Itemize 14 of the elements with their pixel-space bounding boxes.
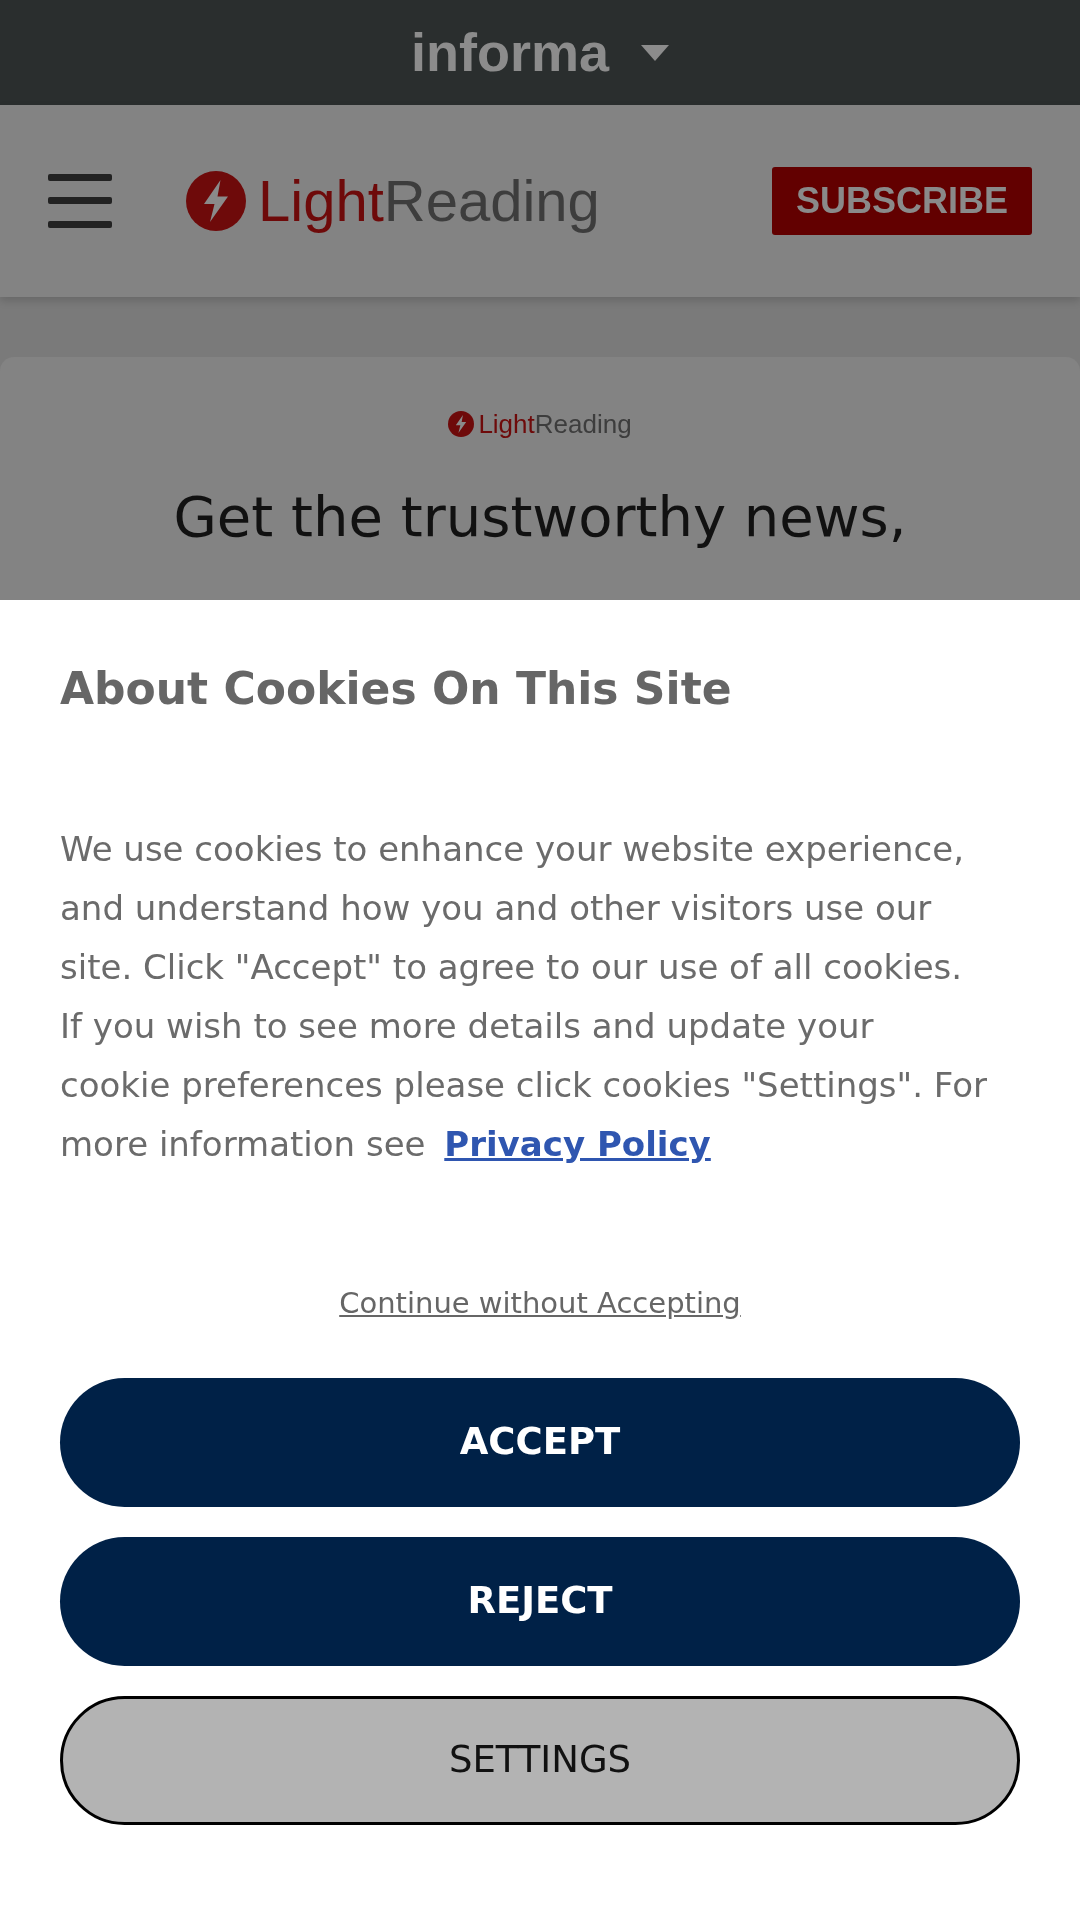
caret-icon[interactable] xyxy=(641,44,669,61)
primary-button[interactable]: REJECT xyxy=(60,1536,1020,1666)
continue-link[interactable]: Continue without Accepting xyxy=(339,1282,741,1326)
primary-button[interactable]: ACCEPT xyxy=(60,1377,1020,1507)
dialog-title: About Cookies On This Site xyxy=(60,662,733,716)
menu-icon[interactable] xyxy=(48,174,112,228)
dialog-text: We use cookies to enhance your website experience, and understand how you and other visitors use our site. Click "Accept" to agree to our use of all cookies. If you wish to see more details and update your cookie preferences please click cookies "Settings". For more information see Privacy Policy xyxy=(60,828,988,1166)
privacy-policy-link[interactable]: Privacy Policy xyxy=(444,1124,711,1164)
secondary-button[interactable]: SETTINGS xyxy=(60,1695,1020,1825)
subscribe-button[interactable]: SUBSCRIBE xyxy=(771,167,1032,235)
bolt-icon xyxy=(448,411,475,437)
bolt-icon xyxy=(186,171,246,231)
brand-name: informa xyxy=(411,21,609,84)
logo-text: LightReading xyxy=(478,411,632,437)
